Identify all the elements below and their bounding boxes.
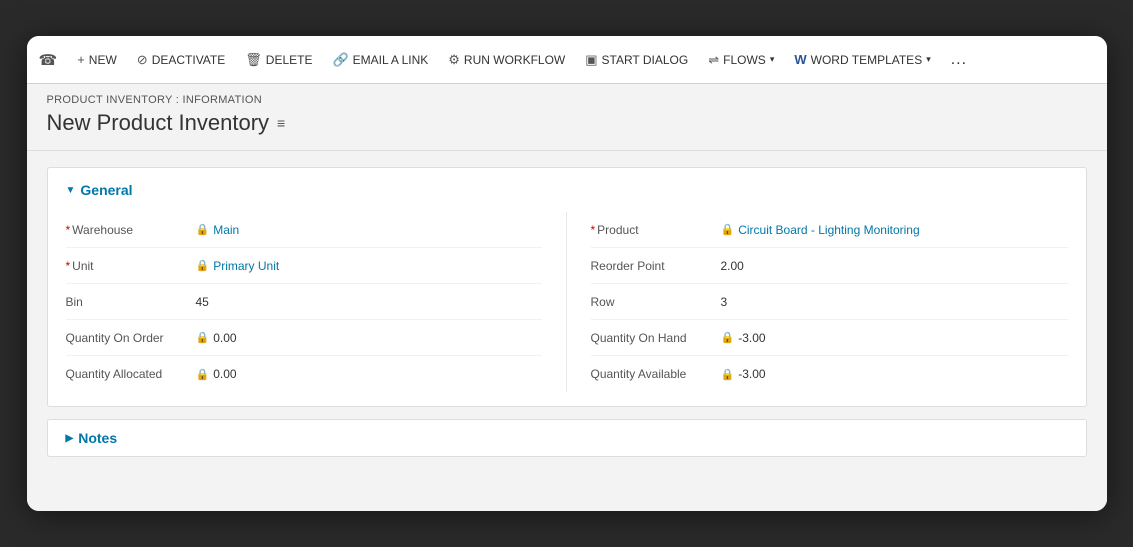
start-dialog-icon: ▣: [585, 52, 597, 68]
qty-allocated-label: Quantity Allocated: [66, 367, 196, 381]
qty-on-order-lock-icon: 🔒: [196, 331, 210, 344]
new-button[interactable]: + NEW: [69, 47, 125, 72]
warehouse-link[interactable]: Main: [213, 223, 239, 237]
email-link-button[interactable]: 🔗 EMAIL A LINK: [324, 47, 436, 73]
qty-available-field-row: Quantity Available 🔒 -3.00: [591, 356, 1068, 392]
delete-label: DELETE: [266, 53, 313, 67]
qty-on-order-value: 🔒 0.00: [196, 331, 237, 345]
word-templates-label: WORD TEMPLATES: [811, 53, 923, 67]
unit-field-row: Unit 🔒 Primary Unit: [66, 248, 542, 284]
deactivate-button[interactable]: ⊘ DEACTIVATE: [129, 47, 233, 73]
unit-value: 🔒 Primary Unit: [196, 259, 280, 273]
breadcrumb: PRODUCT INVENTORY : INFORMATION: [47, 94, 1087, 106]
qty-on-order-label: Quantity On Order: [66, 331, 196, 345]
flows-button[interactable]: ⇌ FLOWS ▾: [700, 47, 782, 73]
fields-left-col: Warehouse 🔒 Main Unit 🔒 Primary Unit: [66, 212, 567, 392]
qty-available-lock-icon: 🔒: [721, 368, 735, 381]
warehouse-value: 🔒 Main: [196, 223, 240, 237]
flows-label: FLOWS: [723, 53, 766, 67]
unit-lock-icon: 🔒: [196, 259, 210, 272]
flows-arrow-icon: ▾: [770, 54, 775, 65]
qty-on-order-field-row: Quantity On Order 🔒 0.00: [66, 320, 542, 356]
more-label: ...: [951, 51, 967, 69]
word-templates-arrow-icon: ▾: [926, 54, 931, 65]
warehouse-label: Warehouse: [66, 223, 196, 237]
phone-icon: ☎: [39, 51, 58, 69]
page-title-container: New Product Inventory ≡: [47, 110, 1087, 136]
notes-section-header[interactable]: ▶ Notes: [66, 430, 1068, 446]
product-label: Product: [591, 223, 721, 237]
reorder-point-field-row: Reorder Point 2.00: [591, 248, 1068, 284]
row-value: 3: [721, 295, 728, 309]
fields-right-col: Product 🔒 Circuit Board - Lighting Monit…: [567, 212, 1068, 392]
more-button[interactable]: ...: [943, 46, 975, 74]
word-templates-icon: W: [794, 52, 806, 67]
product-link[interactable]: Circuit Board - Lighting Monitoring: [738, 223, 919, 237]
qty-allocated-field-row: Quantity Allocated 🔒 0.00: [66, 356, 542, 392]
fields-grid: Warehouse 🔒 Main Unit 🔒 Primary Unit: [66, 212, 1068, 392]
start-dialog-button[interactable]: ▣ START DIALOG: [577, 47, 696, 73]
run-workflow-icon: ⚙: [448, 52, 460, 68]
bin-field-row: Bin 45: [66, 284, 542, 320]
run-workflow-button[interactable]: ⚙ RUN WORKFLOW: [440, 47, 573, 73]
qty-allocated-lock-icon: 🔒: [196, 368, 210, 381]
reorder-point-label: Reorder Point: [591, 259, 721, 273]
qty-on-hand-value: 🔒 -3.00: [721, 331, 766, 345]
email-link-label: EMAIL A LINK: [353, 53, 429, 67]
product-value: 🔒 Circuit Board - Lighting Monitoring: [721, 223, 920, 237]
collapse-icon: ▼: [66, 185, 76, 196]
general-section-label: General: [80, 182, 132, 198]
qty-on-hand-lock-icon: 🔒: [721, 331, 735, 344]
title-area: PRODUCT INVENTORY : INFORMATION New Prod…: [27, 84, 1107, 151]
product-lock-icon: 🔒: [721, 223, 735, 236]
title-menu-icon[interactable]: ≡: [277, 115, 285, 131]
row-field-row: Row 3: [591, 284, 1068, 320]
warehouse-field-row: Warehouse 🔒 Main: [66, 212, 542, 248]
email-link-icon: 🔗: [332, 52, 348, 68]
main-content: ▼ General Warehouse 🔒 Main Unit: [27, 151, 1107, 511]
unit-label: Unit: [66, 259, 196, 273]
row-label: Row: [591, 295, 721, 309]
deactivate-label: DEACTIVATE: [152, 53, 226, 67]
unit-link[interactable]: Primary Unit: [213, 259, 279, 273]
start-dialog-label: START DIALOG: [602, 53, 689, 67]
run-workflow-label: RUN WORKFLOW: [464, 53, 565, 67]
qty-available-value: 🔒 -3.00: [721, 367, 766, 381]
qty-allocated-value: 🔒 0.00: [196, 367, 237, 381]
qty-available-label: Quantity Available: [591, 367, 721, 381]
qty-on-hand-field-row: Quantity On Hand 🔒 -3.00: [591, 320, 1068, 356]
page-title-text: New Product Inventory: [47, 110, 270, 136]
notes-section-card: ▶ Notes: [47, 419, 1087, 457]
delete-icon: 🗑: [245, 52, 262, 68]
reorder-point-value: 2.00: [721, 259, 744, 273]
app-window: ☎ + NEW ⊘ DEACTIVATE 🗑 DELETE 🔗 EMAIL A …: [27, 36, 1107, 511]
flows-icon: ⇌: [708, 52, 719, 68]
bin-value: 45: [196, 295, 209, 309]
product-field-row: Product 🔒 Circuit Board - Lighting Monit…: [591, 212, 1068, 248]
word-templates-button[interactable]: W WORD TEMPLATES ▾: [786, 47, 938, 72]
warehouse-lock-icon: 🔒: [196, 223, 210, 236]
bin-label: Bin: [66, 295, 196, 309]
notes-expand-icon: ▶: [66, 433, 74, 444]
qty-on-hand-label: Quantity On Hand: [591, 331, 721, 345]
new-label: NEW: [89, 53, 117, 67]
deactivate-icon: ⊘: [137, 52, 148, 68]
general-section-card: ▼ General Warehouse 🔒 Main Unit: [47, 167, 1087, 407]
toolbar: ☎ + NEW ⊘ DEACTIVATE 🗑 DELETE 🔗 EMAIL A …: [27, 36, 1107, 84]
general-section-header[interactable]: ▼ General: [66, 182, 1068, 198]
notes-section-label: Notes: [78, 430, 117, 446]
new-icon: +: [77, 52, 85, 67]
delete-button[interactable]: 🗑 DELETE: [237, 47, 320, 73]
